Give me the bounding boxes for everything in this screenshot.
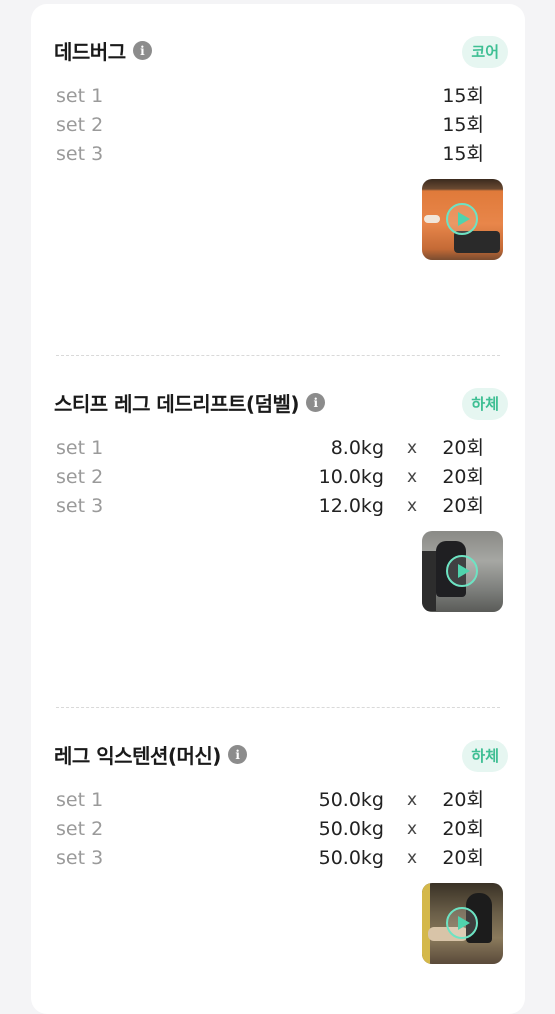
info-icon[interactable]: i [306,393,326,412]
exercise-video-thumbnail[interactable] [422,883,503,964]
set-weight: 50.0kg [318,789,384,811]
section-divider [56,355,500,356]
times-sign: x [407,790,418,810]
body-part-tag: 하체 [462,740,508,772]
times-sign: x [407,438,418,458]
set-weight: 50.0kg [318,847,384,869]
play-icon[interactable] [446,555,478,587]
set-reps: 20회 [442,847,484,869]
times-sign: x [407,819,418,839]
exercise-video-thumbnail[interactable] [422,531,503,612]
workout-card: 데드버그 i 코어 set 1 15회 set 2 15회 set 3 15회 … [31,4,525,1014]
set-reps: 20회 [442,818,484,840]
set-label: set 1 [56,437,104,459]
set-weight: 12.0kg [318,495,384,517]
exercise-title: 데드버그 i [54,36,152,65]
set-reps: 20회 [442,437,484,459]
set-row: set 1 15회 [56,82,486,110]
exercise-title: 레그 익스텐션(머신) i [54,740,247,769]
exercise-video-thumbnail[interactable] [422,179,503,260]
set-label: set 3 [56,143,104,165]
exercise-name: 스티프 레그 데드리프트(덤벨) [54,392,300,416]
set-reps: 20회 [442,466,484,488]
times-sign: x [407,467,418,487]
set-row: set 3 15회 [56,140,486,168]
set-label: set 1 [56,789,104,811]
exercise-name: 레그 익스텐션(머신) [54,744,221,768]
times-sign: x [407,848,418,868]
set-label: set 3 [56,495,104,517]
section-divider [56,707,500,708]
set-row: set 1 8.0kg x 20회 [56,434,486,462]
info-icon[interactable]: i [227,745,247,764]
set-reps: 15회 [442,114,484,136]
set-label: set 2 [56,114,104,136]
set-reps: 20회 [442,789,484,811]
set-row: set 2 10.0kg x 20회 [56,463,486,491]
set-row: set 3 50.0kg x 20회 [56,844,486,872]
body-part-tag: 코어 [462,36,508,68]
set-reps: 20회 [442,495,484,517]
set-weight: 50.0kg [318,818,384,840]
set-label: set 2 [56,466,104,488]
info-icon[interactable]: i [132,41,152,60]
set-row: set 3 12.0kg x 20회 [56,492,486,520]
set-weight: 8.0kg [330,437,384,459]
set-label: set 2 [56,818,104,840]
set-row: set 1 50.0kg x 20회 [56,786,486,814]
set-reps: 15회 [442,143,484,165]
body-part-tag: 하체 [462,388,508,420]
set-reps: 15회 [442,85,484,107]
exercise-title: 스티프 레그 데드리프트(덤벨) i [54,388,326,417]
set-row: set 2 15회 [56,111,486,139]
set-label: set 3 [56,847,104,869]
set-row: set 2 50.0kg x 20회 [56,815,486,843]
exercise-name: 데드버그 [54,40,126,64]
play-icon[interactable] [446,907,478,939]
times-sign: x [407,496,418,516]
play-icon[interactable] [446,203,478,235]
set-label: set 1 [56,85,104,107]
thumbnail-figure [422,883,430,964]
thumbnail-figure [424,215,440,223]
set-weight: 10.0kg [318,466,384,488]
thumbnail-figure [422,551,436,611]
